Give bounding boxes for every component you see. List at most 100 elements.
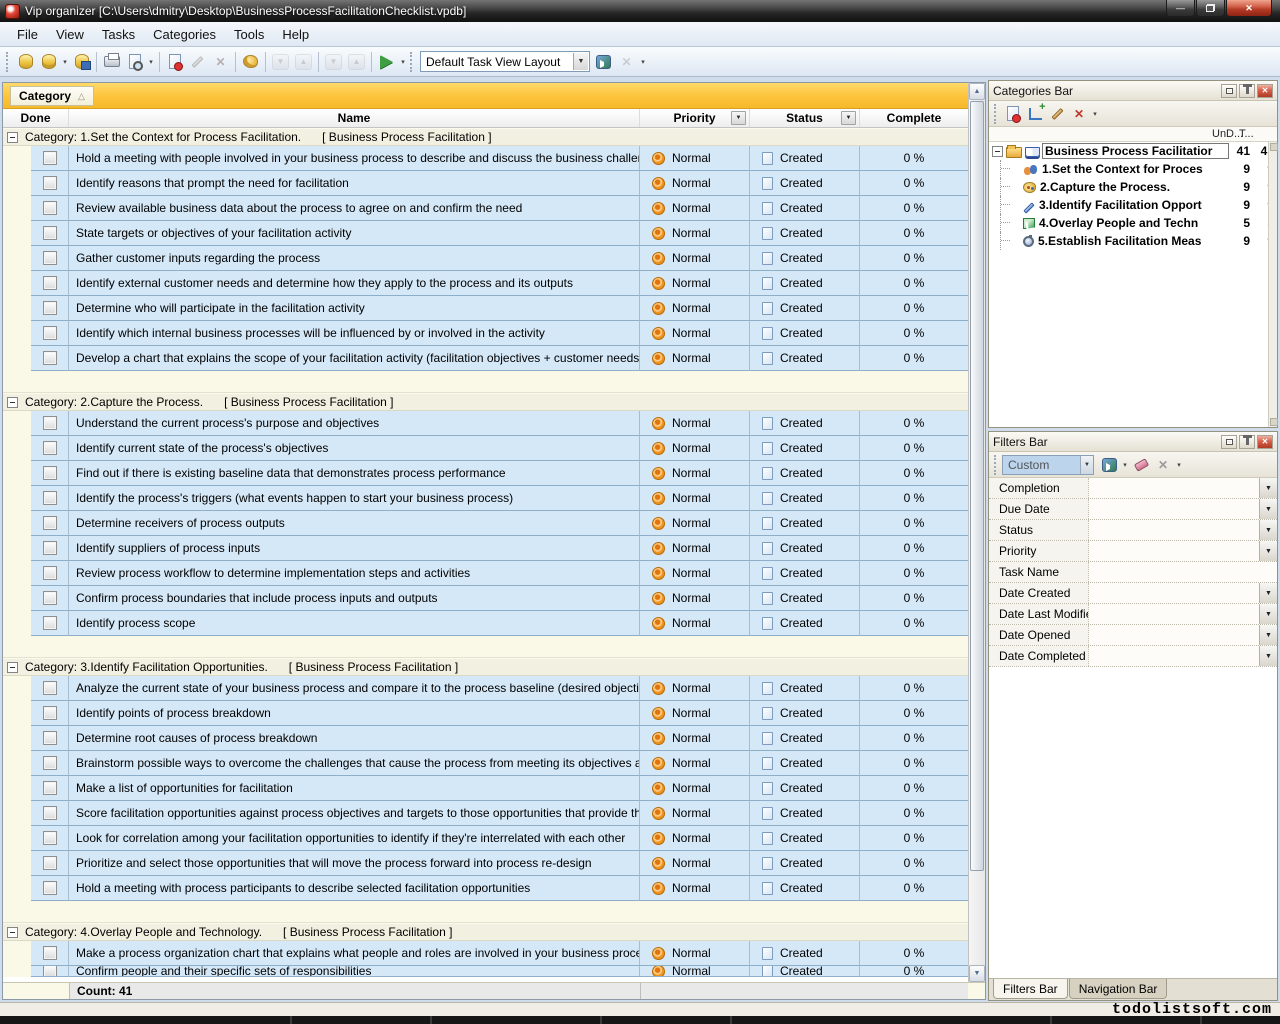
filter-dropdown-button[interactable]: ▼	[1259, 499, 1277, 519]
filter-value-field[interactable]	[1089, 646, 1259, 666]
status-cell[interactable]: Created	[750, 436, 860, 461]
status-cell[interactable]: Created	[750, 511, 860, 536]
priority-cell[interactable]: Normal	[640, 851, 750, 876]
group-by-category-button[interactable]: Category △	[10, 86, 94, 106]
print-preview-button[interactable]	[123, 50, 146, 73]
collapse-icon[interactable]	[7, 397, 18, 408]
menu-item-categories[interactable]: Categories	[144, 24, 225, 45]
priority-cell[interactable]: Normal	[640, 271, 750, 296]
filters-restore-button[interactable]	[1221, 435, 1237, 449]
filter-dropdown-button[interactable]: ▼	[1259, 625, 1277, 645]
notifications-button[interactable]	[375, 50, 398, 73]
task-name-cell[interactable]: Determine who will participate in the fa…	[69, 296, 640, 321]
status-cell[interactable]: Created	[750, 851, 860, 876]
task-name-cell[interactable]: Develop a chart that explains the scope …	[69, 346, 640, 371]
print-button[interactable]	[100, 50, 123, 73]
menu-item-tasks[interactable]: Tasks	[93, 24, 144, 45]
edit-category-button[interactable]	[1046, 104, 1068, 124]
task-row[interactable]: Confirm process boundaries that include …	[3, 586, 968, 611]
minimize-button[interactable]: —	[1166, 0, 1195, 17]
task-row[interactable]: Understand the current process's purpose…	[3, 411, 968, 436]
done-checkbox[interactable]	[43, 731, 57, 745]
done-checkbox[interactable]	[43, 566, 57, 580]
done-checkbox[interactable]	[43, 681, 57, 695]
column-header-name[interactable]: Name	[69, 109, 640, 127]
menu-item-tools[interactable]: Tools	[225, 24, 273, 45]
done-checkbox[interactable]	[43, 881, 57, 895]
task-row[interactable]: Analyze the current state of your busine…	[3, 676, 968, 701]
filter-value-field[interactable]	[1089, 604, 1259, 624]
delete-category-button[interactable]: ✕	[1068, 104, 1090, 124]
categories-toolbar-dropdown[interactable]: ▾	[1090, 110, 1100, 118]
task-name-cell[interactable]: Make a list of opportunities for facilit…	[69, 776, 640, 801]
categories-restore-button[interactable]	[1221, 84, 1237, 98]
status-cell[interactable]: Created	[750, 486, 860, 511]
apply-layout-button[interactable]	[592, 50, 615, 73]
task-name-cell[interactable]: Understand the current process's purpose…	[69, 411, 640, 436]
column-header-done[interactable]: Done	[3, 109, 69, 127]
task-row[interactable]: Look for correlation among your facilita…	[3, 826, 968, 851]
status-cell[interactable]: Created	[750, 171, 860, 196]
task-row[interactable]: Make a process organization chart that e…	[3, 941, 968, 966]
column-header-total[interactable]: T...	[1239, 128, 1266, 140]
task-row[interactable]: Confirm people and their specific sets o…	[3, 966, 968, 977]
status-cell[interactable]: Created	[750, 876, 860, 901]
scrollbar-thumb[interactable]	[970, 101, 984, 871]
priority-cell[interactable]: Normal	[640, 676, 750, 701]
task-name-cell[interactable]: Identify external customer needs and det…	[69, 271, 640, 296]
task-name-cell[interactable]: Hold a meeting with process participants…	[69, 876, 640, 901]
done-checkbox[interactable]	[43, 441, 57, 455]
column-header-complete[interactable]: Complete	[860, 109, 968, 127]
status-cell[interactable]: Created	[750, 271, 860, 296]
done-checkbox[interactable]	[43, 781, 57, 795]
status-cell[interactable]: Created	[750, 776, 860, 801]
task-row[interactable]: Identify which internal business process…	[3, 321, 968, 346]
done-checkbox[interactable]	[43, 416, 57, 430]
priority-cell[interactable]: Normal	[640, 296, 750, 321]
column-header-priority[interactable]: Priority ▼	[640, 109, 750, 127]
task-name-cell[interactable]: Confirm process boundaries that include …	[69, 586, 640, 611]
task-name-cell[interactable]: Identify process scope	[69, 611, 640, 636]
task-name-cell[interactable]: Identify points of process breakdown	[69, 701, 640, 726]
collapse-icon[interactable]	[992, 146, 1003, 157]
status-cell[interactable]: Created	[750, 611, 860, 636]
task-name-cell[interactable]: Brainstorm possible ways to overcome the…	[69, 751, 640, 776]
delete-filter-button[interactable]: ✕	[1152, 455, 1174, 475]
priority-cell[interactable]: Normal	[640, 511, 750, 536]
status-cell[interactable]: Created	[750, 536, 860, 561]
priority-cell[interactable]: Normal	[640, 346, 750, 371]
priority-cell[interactable]: Normal	[640, 876, 750, 901]
open-database-button[interactable]	[37, 50, 60, 73]
task-name-cell[interactable]: State targets or objectives of your faci…	[69, 221, 640, 246]
filter-dropdown-button[interactable]: ▼	[1259, 646, 1277, 666]
task-name-cell[interactable]: Prioritize and select those opportunitie…	[69, 851, 640, 876]
task-row[interactable]: Hold a meeting with people involved in y…	[3, 146, 968, 171]
done-checkbox[interactable]	[43, 946, 57, 960]
categories-pin-button[interactable]	[1239, 84, 1255, 98]
priority-cell[interactable]: Normal	[640, 586, 750, 611]
done-checkbox[interactable]	[43, 706, 57, 720]
collapse-icon[interactable]	[7, 132, 18, 143]
status-cell[interactable]: Created	[750, 586, 860, 611]
task-row[interactable]: Determine root causes of process breakdo…	[3, 726, 968, 751]
notifications-dropdown[interactable]: ▾	[398, 58, 408, 66]
done-checkbox[interactable]	[43, 756, 57, 770]
move-down-button[interactable]: ▼	[269, 50, 292, 73]
priority-cell[interactable]: Normal	[640, 966, 750, 977]
column-header-undone[interactable]: UnD...	[1212, 128, 1239, 140]
filter-value-field[interactable]	[1089, 541, 1259, 561]
column-header-status[interactable]: Status ▼	[750, 109, 860, 127]
vertical-scrollbar[interactable]: ▲ ▼	[968, 83, 985, 982]
task-row[interactable]: Determine who will participate in the fa…	[3, 296, 968, 321]
filters-pin-button[interactable]	[1239, 435, 1255, 449]
edit-task-button[interactable]	[186, 50, 209, 73]
restore-button[interactable]	[1196, 0, 1225, 17]
priority-cell[interactable]: Normal	[640, 826, 750, 851]
priority-cell[interactable]: Normal	[640, 701, 750, 726]
done-checkbox[interactable]	[43, 966, 57, 977]
priority-cell[interactable]: Normal	[640, 146, 750, 171]
priority-cell[interactable]: Normal	[640, 776, 750, 801]
status-cell[interactable]: Created	[750, 941, 860, 966]
delete-layout-button[interactable]: ✕	[615, 50, 638, 73]
priority-cell[interactable]: Normal	[640, 486, 750, 511]
